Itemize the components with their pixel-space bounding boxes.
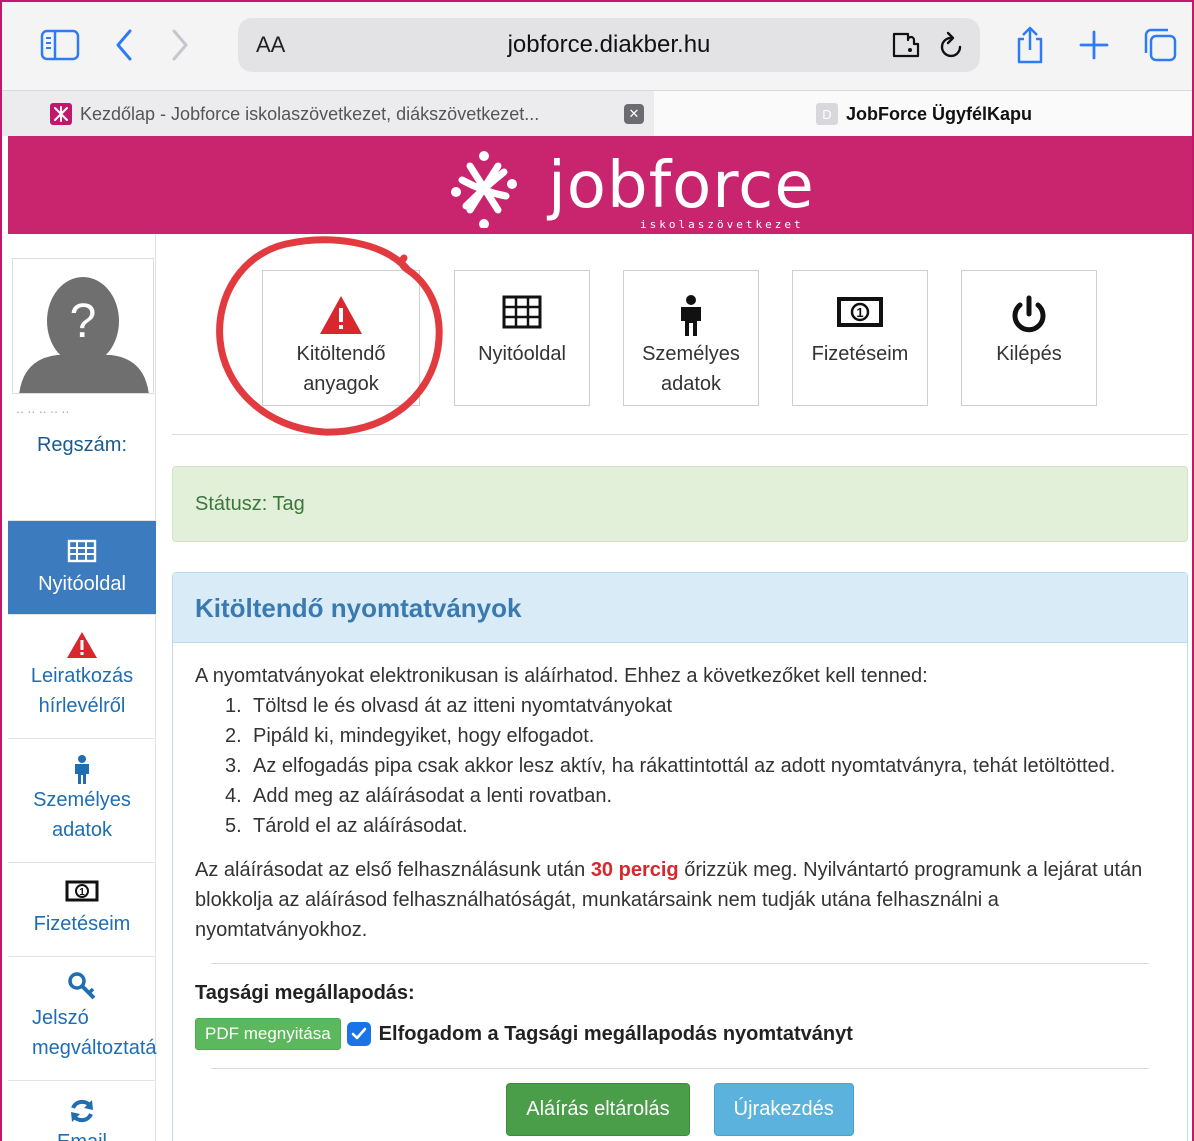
divider	[211, 1068, 1149, 1069]
tab-kezdolap[interactable]: Kezdőlap - Jobforce iskolaszövetkezet, d…	[50, 91, 654, 137]
refresh-icon	[8, 1097, 156, 1127]
svg-text:?: ?	[70, 295, 97, 348]
list-item: 5. Tárold el az aláírásodat.	[225, 815, 468, 837]
key-icon	[8, 971, 156, 1003]
action-buttons: Aláírás eltárolás Újrakezdés	[195, 1083, 1165, 1136]
money-icon: 1	[8, 879, 156, 909]
list-item: 1. Töltsd le és olvasd át az itteni nyomt…	[225, 695, 673, 717]
panel-title: Kitöltendő nyomtatványok	[173, 573, 1187, 643]
open-pdf-button[interactable]: PDF megnyitása	[195, 1018, 341, 1050]
avatar: ?	[12, 258, 154, 394]
sidebar-item-szemelyes-adatok[interactable]: Személyes adatok	[8, 738, 156, 862]
nav-card-kitoltendo-anyagok[interactable]: Kitöltendő anyagok	[262, 270, 420, 406]
retention-note: Az aláírásodat az első felhasználásunk u…	[195, 859, 1143, 941]
nav-card-nyitooldal[interactable]: Nyitóoldal	[454, 270, 590, 406]
jobforce-logo-icon	[50, 103, 72, 125]
user-name-redacted: ‥ ‥ ‥ ‥ ‥	[16, 402, 70, 416]
tab-favicon-d: D	[815, 103, 838, 125]
agreement-row: PDF megnyitása Elfogadom a Tagsági megál…	[195, 1018, 1165, 1050]
agree-label[interactable]: Elfogadom a Tagsági megállapodás nyomtat…	[379, 1019, 853, 1049]
sidebar-item-fizeteseim[interactable]: 1 Fizetéseim	[8, 862, 156, 956]
sidebar-item-label: Email	[57, 1131, 107, 1141]
forms-panel: Kitöltendő nyomtatványok A nyomtatványok…	[172, 572, 1188, 1141]
nav-card-label: Kilépés	[996, 343, 1062, 365]
registration-label: Regszám:	[36, 434, 128, 456]
tab-title: Kezdőlap - Jobforce iskolaszövetkezet, d…	[80, 103, 540, 124]
person-icon	[8, 755, 156, 785]
forward-icon[interactable]	[158, 22, 202, 68]
power-icon	[962, 295, 1096, 335]
sidebar-item-label: Személyes adatok	[33, 789, 131, 841]
nav-card-szemelyes-adatok[interactable]: Személyes adatok	[623, 270, 759, 406]
back-icon[interactable]	[102, 22, 146, 68]
person-icon	[624, 295, 758, 336]
browser-toolbar: AA jobforce.diakber.hu	[0, 0, 1194, 90]
url-text[interactable]: jobforce.diakber.hu	[238, 31, 980, 59]
agreement-title: Tagsági megállapodás:	[195, 982, 415, 1004]
nav-card-fizeteseim[interactable]: 1 Fizetéseim	[792, 270, 928, 406]
address-bar[interactable]: AA jobforce.diakber.hu	[238, 18, 980, 72]
brand-banner: jobforce iskolaszövetkezet	[8, 136, 1194, 234]
table-icon	[8, 539, 156, 569]
nav-card-label: Személyes adatok	[642, 343, 740, 395]
warning-icon	[263, 295, 419, 335]
sidebar-item-leiratkozas[interactable]: Leiratkozás hírlevélről	[8, 614, 156, 738]
brand-name: jobforce	[548, 149, 815, 223]
steps-list: 1. Töltsd le és olvasd át az itteni nyomt…	[195, 691, 1165, 841]
checkmark-icon	[351, 1027, 366, 1040]
tab-ugyfelkapu[interactable]: D JobForce ÜgyfélKapu	[654, 91, 1194, 137]
sidebar-item-label: Jelszó megváltoztatá	[32, 1007, 157, 1059]
save-signature-button[interactable]: Aláírás eltárolás	[506, 1083, 690, 1136]
list-item: 2. Pipáld ki, mindegyiket, hogy elfogadot…	[225, 725, 595, 747]
agree-checkbox[interactable]	[346, 1022, 371, 1046]
restart-button[interactable]: Újrakezdés	[713, 1083, 854, 1136]
reload-icon[interactable]	[938, 30, 966, 65]
warning-icon	[8, 631, 156, 661]
svg-text:1: 1	[856, 305, 863, 320]
divider	[172, 434, 1188, 435]
share-icon[interactable]	[1008, 22, 1052, 68]
brand-subtitle: iskolaszövetkezet	[640, 218, 804, 231]
sidebar-item-label: Fizetéseim	[33, 913, 131, 935]
list-item: 4. Add meg az aláírásodat a lenti rovatba…	[225, 785, 613, 807]
nav-card-kilepes[interactable]: Kilépés	[961, 270, 1097, 406]
divider	[211, 963, 1149, 964]
svg-text:1: 1	[79, 887, 85, 898]
new-tab-icon[interactable]	[1072, 22, 1116, 68]
left-sidebar: ? ‥ ‥ ‥ ‥ ‥ Regszám: Nyitóoldal Leiratko…	[8, 234, 157, 1141]
sidebar-item-jelszo[interactable]: Jelszó megváltoztatá	[8, 956, 157, 1080]
money-icon: 1	[793, 295, 927, 335]
tab-title: JobForce ÜgyfélKapu	[845, 103, 1033, 124]
intro-text: A nyomtatványokat elektronikusan is aláí…	[195, 665, 928, 687]
sidebar-item-label: Leiratkozás hírlevélről	[30, 665, 134, 717]
status-text: Státusz: Tag	[195, 493, 305, 515]
nav-card-label: Fizetéseim	[811, 343, 909, 365]
sidebar-item-email[interactable]: Email	[8, 1080, 156, 1141]
retention-highlight: 30 percig	[590, 859, 679, 881]
extension-icon[interactable]	[890, 30, 922, 65]
sidebar-toggle-icon[interactable]	[38, 22, 82, 68]
tab-bar: Kezdőlap - Jobforce iskolaszövetkezet, d…	[0, 90, 1194, 137]
panel-body: A nyomtatványokat elektronikusan is aláí…	[173, 643, 1187, 1141]
close-tab-icon[interactable]: ✕	[624, 104, 644, 124]
status-alert: Státusz: Tag	[172, 466, 1188, 542]
table-icon	[455, 295, 589, 335]
sidebar-item-nyitooldal[interactable]: Nyitóoldal	[8, 520, 156, 614]
nav-card-label: Nyitóoldal	[478, 343, 566, 365]
nav-card-label: Kitöltendő anyagok	[296, 343, 386, 395]
jobforce-logo-icon	[451, 151, 517, 228]
sidebar-item-label: Nyitóoldal	[38, 573, 126, 595]
list-item: 3. Az elfogadás pipa csak akkor lesz aktí…	[225, 755, 1116, 777]
tab-overview-icon[interactable]	[1138, 22, 1182, 68]
